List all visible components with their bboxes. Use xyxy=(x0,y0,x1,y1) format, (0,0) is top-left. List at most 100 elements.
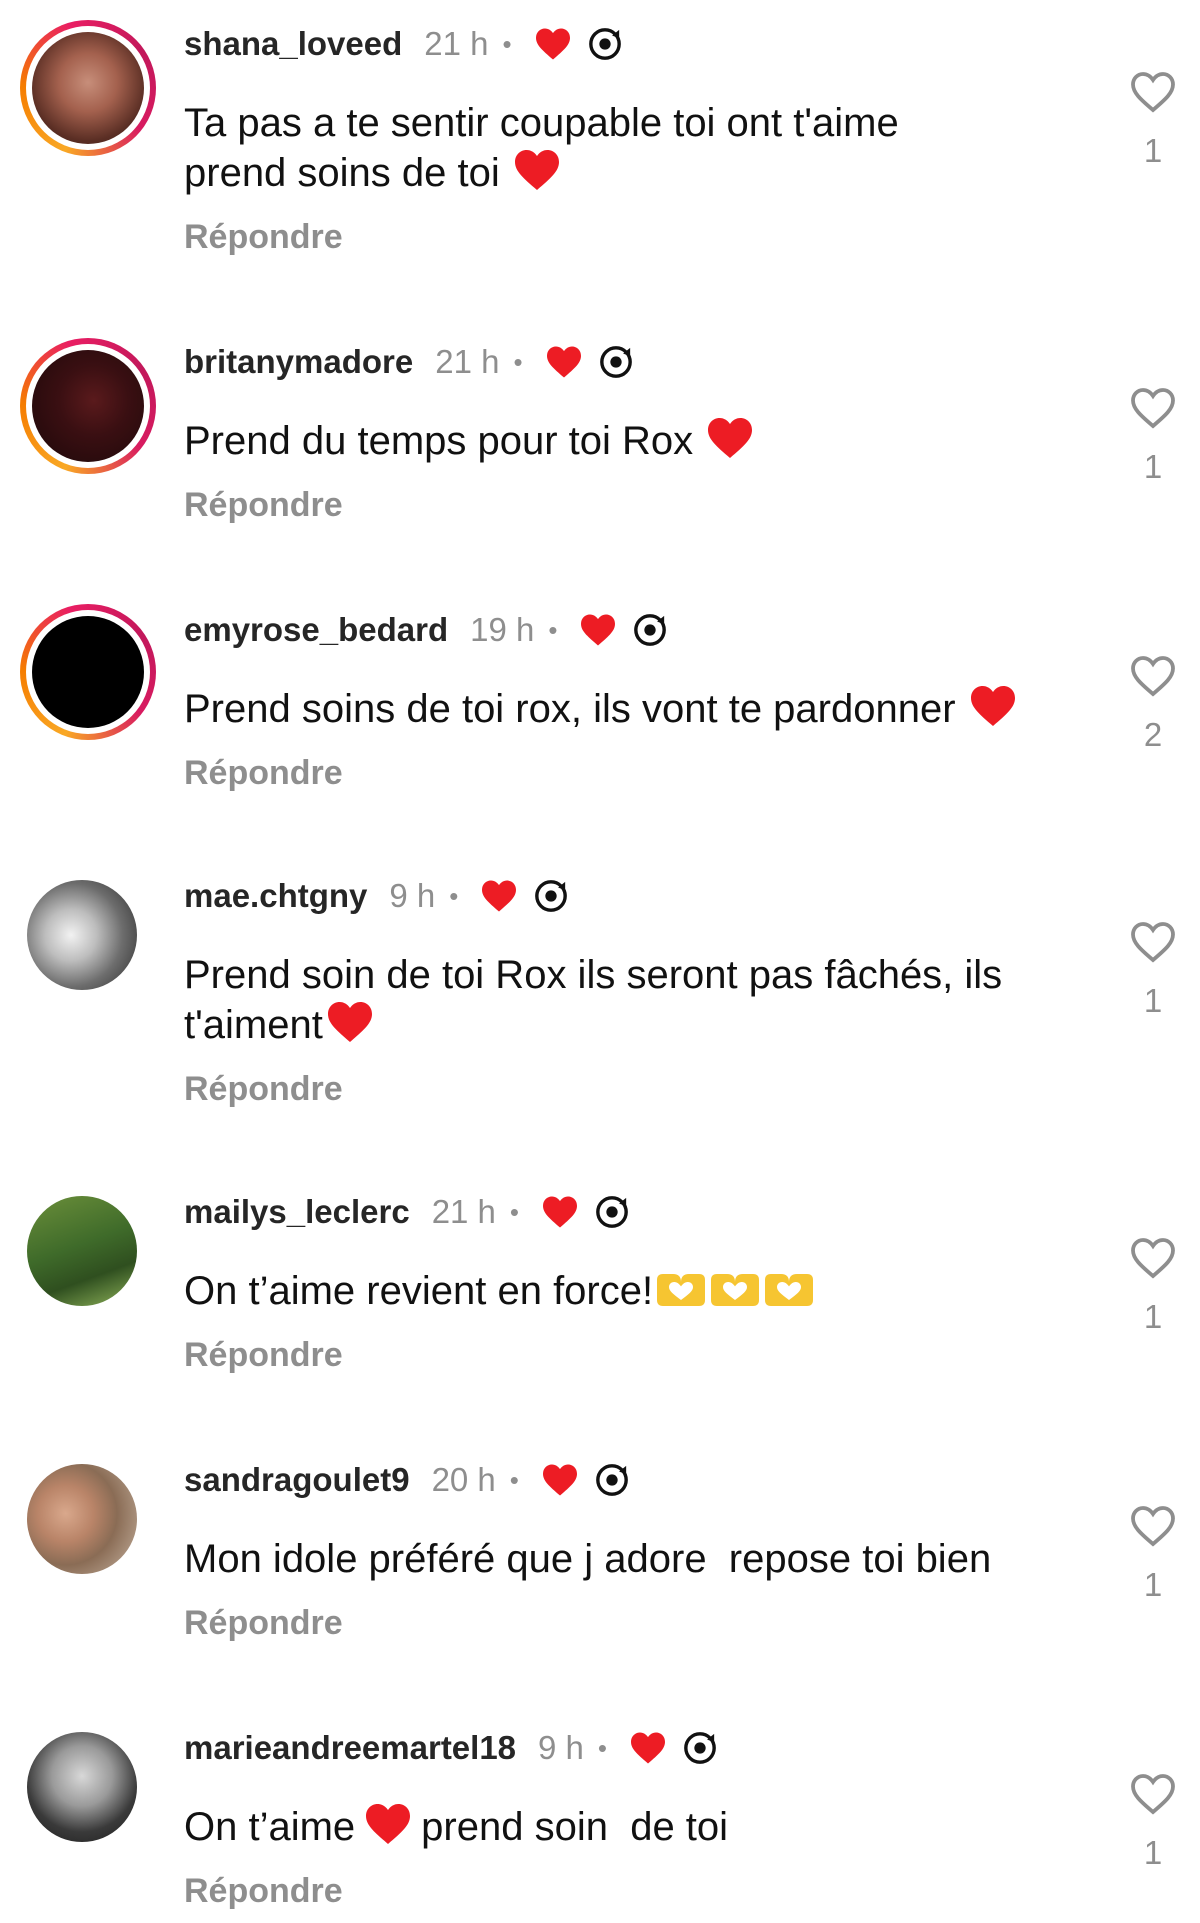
reply-button[interactable]: Répondre xyxy=(184,1070,343,1109)
creator-badge-icon xyxy=(684,1732,716,1764)
separator-dot: • xyxy=(509,1464,519,1495)
comment-text: Prend du temps pour toi Rox xyxy=(184,416,1084,466)
creator-badge-icon xyxy=(596,1196,628,1228)
separator-dot: • xyxy=(502,28,512,59)
reply-button[interactable]: Répondre xyxy=(184,1872,343,1911)
comment-text-line: Mon idole préféré que j adore repose toi… xyxy=(184,1537,992,1581)
avatar[interactable] xyxy=(27,1464,137,1574)
separator-dot: • xyxy=(597,1732,608,1763)
avatar[interactable] xyxy=(20,338,156,474)
like-count: 2 xyxy=(1143,716,1163,753)
heart-hands-emoji xyxy=(765,1274,814,1306)
reply-button[interactable]: Répondre xyxy=(184,486,343,525)
comment-text: Prend soin de toi Rox ils seront pas fâc… xyxy=(184,950,1144,1050)
like-control: 1 xyxy=(1118,386,1188,486)
comment-text-line: Prend soin de toi Rox ils seront pas fâc… xyxy=(184,953,1003,997)
username[interactable]: mae.chtgny xyxy=(184,877,367,915)
like-control: 1 xyxy=(1118,1772,1188,1872)
avatar[interactable] xyxy=(27,1196,137,1306)
creator-liked-heart-icon xyxy=(535,28,570,60)
timestamp: 19 h xyxy=(470,611,535,648)
creator-liked-heart-icon xyxy=(581,614,616,646)
comment-text-line: Prend soins de toi rox, ils vont te pard… xyxy=(184,687,956,731)
heart-outline-icon[interactable] xyxy=(1129,70,1177,114)
reply-button[interactable]: Répondre xyxy=(184,754,343,793)
like-control: 1 xyxy=(1118,1236,1188,1336)
avatar[interactable] xyxy=(27,880,137,990)
like-control: 1 xyxy=(1118,1504,1188,1604)
red-heart-emoji xyxy=(514,150,559,190)
heart-outline-icon[interactable] xyxy=(1129,1772,1177,1816)
heart-outline-icon[interactable] xyxy=(1129,920,1177,964)
creator-liked-heart-icon xyxy=(546,346,581,378)
comment-meta: emyrose_bedard 19 h • xyxy=(184,608,667,652)
red-heart-emoji xyxy=(327,1002,372,1042)
creator-badge-icon xyxy=(535,880,568,912)
creator-badge-icon xyxy=(634,614,667,646)
timestamp: 21 h xyxy=(435,343,500,380)
timestamp: 9 h xyxy=(389,877,436,914)
red-heart-emoji xyxy=(708,418,753,458)
heart-outline-icon[interactable] xyxy=(1129,386,1177,430)
comment-text-line: On t’aime revient en force! xyxy=(184,1269,654,1313)
username[interactable]: sandragoulet9 xyxy=(184,1461,410,1499)
comment-text: On t’aime revient en force! xyxy=(184,1266,1084,1316)
heart-outline-icon[interactable] xyxy=(1129,1504,1177,1548)
like-count: 1 xyxy=(1143,132,1163,169)
comment-text-line: prend soin de toi xyxy=(421,1805,729,1849)
comment-meta: marieandreemartel18 9 h • xyxy=(184,1726,717,1770)
comment-text-line: Prend du temps pour toi Rox xyxy=(184,419,694,463)
separator-dot: • xyxy=(509,1196,520,1227)
like-control: 1 xyxy=(1118,920,1188,1020)
reply-button[interactable]: Répondre xyxy=(184,1604,343,1643)
creator-liked-heart-icon xyxy=(542,1464,577,1496)
username[interactable]: mailys_leclerc xyxy=(184,1193,410,1231)
comment-text: Prend soins de toi rox, ils vont te pard… xyxy=(184,684,1144,734)
timestamp: 21 h xyxy=(424,25,489,62)
avatar[interactable] xyxy=(20,604,156,740)
separator-dot: • xyxy=(513,346,523,377)
like-count: 1 xyxy=(1143,1834,1163,1871)
creator-liked-heart-icon xyxy=(482,880,517,912)
reply-button[interactable]: Répondre xyxy=(184,1336,343,1375)
comment-text-line: Ta pas a te sentir coupable toi ont t'ai… xyxy=(184,101,899,145)
heart-hands-emoji xyxy=(657,1274,706,1306)
comment-meta: sandragoulet9 20 h • xyxy=(184,1458,629,1502)
like-control: 2 xyxy=(1118,654,1188,754)
comment-meta: mae.chtgny 9 h • xyxy=(184,874,568,918)
creator-liked-heart-icon xyxy=(543,1196,578,1228)
separator-dot: • xyxy=(449,880,459,911)
creator-badge-icon xyxy=(588,28,621,60)
comment-text: On t’aime prend soin de toi xyxy=(184,1802,1084,1852)
timestamp: 21 h xyxy=(431,1193,496,1230)
avatar[interactable] xyxy=(27,1732,137,1842)
like-count: 1 xyxy=(1143,448,1163,485)
creator-liked-heart-icon xyxy=(631,1732,666,1764)
comment-text: Ta pas a te sentir coupable toi ont t'ai… xyxy=(184,98,1084,198)
comment-text-line: prend soins de toi xyxy=(184,151,500,195)
comment-meta: britanymadore 21 h • xyxy=(184,340,633,384)
avatar[interactable] xyxy=(20,20,156,156)
heart-outline-icon[interactable] xyxy=(1129,1236,1177,1280)
reply-button[interactable]: Répondre xyxy=(184,218,343,257)
timestamp: 20 h xyxy=(431,1461,496,1498)
heart-outline-icon[interactable] xyxy=(1129,654,1177,698)
red-heart-emoji xyxy=(366,1804,411,1844)
comment-meta: shana_loveed 21 h • xyxy=(184,22,622,66)
comment-text: Mon idole préféré que j adore repose toi… xyxy=(184,1534,1144,1584)
creator-badge-icon xyxy=(596,1464,628,1496)
username[interactable]: emyrose_bedard xyxy=(184,611,448,649)
separator-dot: • xyxy=(548,614,558,645)
like-count: 1 xyxy=(1143,1566,1163,1603)
red-heart-emoji xyxy=(970,686,1015,726)
username[interactable]: shana_loveed xyxy=(184,25,402,63)
username[interactable]: britanymadore xyxy=(184,343,413,381)
like-count: 1 xyxy=(1143,1298,1163,1335)
like-count: 1 xyxy=(1143,982,1163,1019)
comment-meta: mailys_leclerc 21 h • xyxy=(184,1190,629,1234)
like-control: 1 xyxy=(1118,70,1188,170)
creator-badge-icon xyxy=(599,346,632,378)
comment-text-line: t'aiment xyxy=(184,1003,323,1047)
username[interactable]: marieandreemartel18 xyxy=(184,1729,516,1767)
timestamp: 9 h xyxy=(538,1729,584,1766)
